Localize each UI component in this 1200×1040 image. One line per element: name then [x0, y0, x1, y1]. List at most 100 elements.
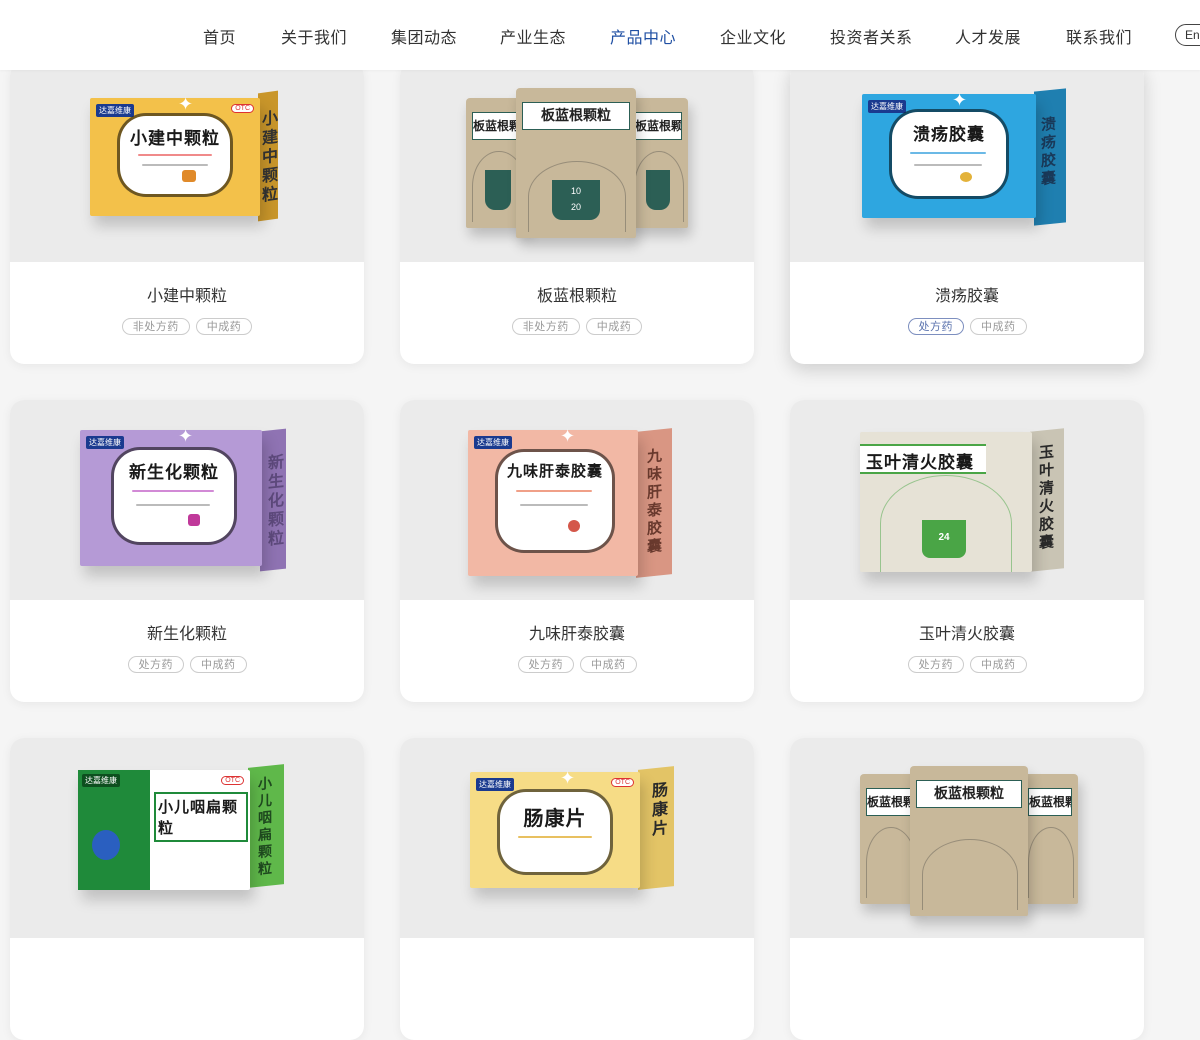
pouch-label: 板蓝根颗粒 [866, 788, 914, 816]
tag-rx-type: 处方药 [907, 656, 964, 673]
nav-news[interactable]: 集团动态 [391, 24, 457, 48]
tag-rx-type: 非处方药 [511, 318, 580, 335]
pouch-label: 板蓝根颗粒 [634, 112, 682, 140]
nav-culture[interactable]: 企业文化 [720, 24, 786, 48]
product-card-banlangen[interactable]: 板蓝根颗粒 板蓝根颗粒 板蓝根颗粒 10 20 板蓝根颗粒 非处方药 中成药 [400, 62, 754, 364]
package-front: 达嘉维康 OTC ✦ 肠康片 [470, 768, 640, 888]
pouch-pattern [921, 839, 1019, 910]
pouch-front: 板蓝根颗粒 [910, 766, 1028, 916]
package-front: 达嘉维康 ✦ 溃疡胶囊 [862, 90, 1036, 218]
nav-about[interactable]: 关于我们 [281, 24, 347, 48]
sparkle-icon: ✦ [952, 90, 968, 110]
pouch-bowl [485, 170, 511, 210]
product-image: 小建中颗粒 达嘉维康 OTC ✦ 小建中颗粒 [10, 62, 364, 262]
tag-category: 中成药 [585, 318, 643, 335]
package-side: 溃疡胶囊 [1034, 88, 1066, 226]
product-card-banlangen-2[interactable]: 板蓝根颗粒 板蓝根颗粒 板蓝根颗粒 [790, 738, 1144, 1040]
product-image: 板蓝根颗粒 板蓝根颗粒 板蓝根颗粒 10 20 [400, 62, 754, 262]
package-emblem [960, 172, 972, 182]
nav-ecosystem[interactable]: 产业生态 [500, 24, 566, 48]
label-stripe [520, 504, 588, 506]
product-tags: 非处方药 中成药 [400, 318, 754, 335]
package-emblem [182, 170, 196, 182]
package-front: 玉叶清火胶囊 24 [860, 432, 1032, 572]
package-side-text: 九味肝泰胶囊 [645, 447, 663, 557]
pouch-bowl [646, 170, 670, 210]
product-tags: 处方药 中成药 [790, 318, 1144, 335]
brand-logo: 达嘉维康 [82, 774, 120, 787]
pouch-bowl: 10 20 [552, 180, 600, 220]
tag-rx-type: 处方药 [517, 656, 574, 673]
nav-home[interactable]: 首页 [203, 24, 236, 48]
tag-rx-type: 处方药 [907, 318, 964, 335]
package-front: 达嘉维康 ✦ 新生化颗粒 [80, 426, 262, 566]
product-tags: 处方药 中成药 [400, 656, 754, 673]
package-side: 小建中颗粒 [258, 90, 278, 222]
product-image: 小儿咽扁颗粒 达嘉维康 OTC 小儿咽扁颗粒 [10, 738, 364, 938]
package-side-text: 小儿咽扁颗粒 [256, 775, 272, 880]
product-card-jiuweigantai[interactable]: 九味肝泰胶囊 达嘉维康 ✦ 九味肝泰胶囊 九味肝泰胶囊 处方药 中成药 [400, 400, 754, 702]
package-side-text: 玉叶清火胶囊 [1037, 443, 1055, 554]
nav-contact[interactable]: 联系我们 [1066, 24, 1132, 48]
tag-category: 中成药 [970, 318, 1027, 335]
sparkle-icon: ✦ [560, 768, 576, 788]
package-side-text: 肠康片 [649, 780, 668, 840]
otc-badge: OTC [221, 776, 244, 785]
product-image: 肠康片 达嘉维康 OTC ✦ 肠康片 [400, 738, 754, 938]
product-card-changkang[interactable]: 肠康片 达嘉维康 OTC ✦ 肠康片 [400, 738, 754, 1040]
product-tags: 非处方药 中成药 [10, 318, 364, 335]
pouch-label: 板蓝根颗粒 [522, 102, 630, 130]
product-card-kuiyang[interactable]: 溃疡胶囊 达嘉维康 ✦ 溃疡胶囊 溃疡胶囊 处方药 中成药 [790, 62, 1144, 364]
package-label: 九味肝泰胶囊 [506, 462, 603, 480]
product-title: 九味肝泰胶囊 [528, 626, 625, 643]
package-side: 新生化颗粒 [260, 428, 286, 572]
product-card-xinshenghua[interactable]: 新生化颗粒 达嘉维康 ✦ 新生化颗粒 新生化颗粒 处方药 中成药 [10, 400, 364, 702]
brand-logo: 达嘉维康 [476, 778, 514, 791]
package-bowl: 24 [922, 520, 966, 558]
product-image: 新生化颗粒 达嘉维康 ✦ 新生化颗粒 [10, 400, 364, 600]
sparkle-icon: ✦ [178, 426, 194, 446]
nav-investors[interactable]: 投资者关系 [830, 24, 913, 48]
package-label: 小儿咽扁颗粒 [154, 792, 248, 842]
pouch-label: 板蓝根颗粒 [916, 780, 1022, 808]
product-card-xiaoeryanbian[interactable]: 小儿咽扁颗粒 达嘉维康 OTC 小儿咽扁颗粒 [10, 738, 364, 1040]
package-side: 玉叶清火胶囊 [1030, 428, 1064, 572]
product-title: 新生化颗粒 [146, 626, 227, 643]
package-front: 达嘉维康 ✦ 九味肝泰胶囊 [468, 426, 638, 576]
package-side-text: 溃疡胶囊 [1039, 115, 1057, 190]
package-side-text: 新生化颗粒 [265, 452, 284, 550]
main-nav: 首页 关于我们 集团动态 产业生态 产品中心 企业文化 投资者关系 人才发展 联… [0, 0, 1200, 70]
product-image: 板蓝根颗粒 板蓝根颗粒 板蓝根颗粒 [790, 738, 1144, 938]
product-title: 溃疡胶囊 [934, 288, 999, 305]
package-label-cloud: 小建中颗粒 [120, 116, 230, 194]
label-stripe [136, 504, 210, 506]
package-title-band: 玉叶清火胶囊 [860, 444, 986, 474]
pouch-front: 板蓝根颗粒 10 20 [516, 88, 636, 238]
package-label-cloud: 九味肝泰胶囊 [498, 452, 612, 550]
pouch-number: 10 [570, 186, 581, 196]
package-label: 小建中颗粒 [130, 129, 220, 149]
otc-badge: OTC [231, 104, 254, 113]
package-label-cloud: 溃疡胶囊 [892, 112, 1006, 196]
product-title: 板蓝根颗粒 [536, 288, 617, 305]
package-label-cloud: 肠康片 [500, 792, 610, 872]
label-stripe [142, 164, 208, 166]
language-switch-button[interactable]: Eng [1175, 24, 1200, 46]
nav-careers[interactable]: 人才发展 [955, 24, 1021, 48]
nav-products[interactable]: 产品中心 [610, 24, 676, 48]
package-label: 溃疡胶囊 [913, 125, 985, 145]
site-header: 首页 关于我们 集团动态 产业生态 产品中心 企业文化 投资者关系 人才发展 联… [0, 0, 1200, 70]
package-green-panel: 达嘉维康 [78, 770, 150, 890]
tag-rx-type: 处方药 [127, 656, 184, 673]
label-stripe [516, 490, 592, 492]
pouch-pattern [866, 827, 916, 898]
product-image: 溃疡胶囊 达嘉维康 ✦ 溃疡胶囊 [790, 62, 1144, 262]
package-label: 肠康片 [523, 806, 587, 830]
product-image: 九味肝泰胶囊 达嘉维康 ✦ 九味肝泰胶囊 [400, 400, 754, 600]
product-card-xiaojianzhong[interactable]: 小建中颗粒 达嘉维康 OTC ✦ 小建中颗粒 小建中颗粒 非处方药 中成药 [10, 62, 364, 364]
mascot-icon [92, 830, 120, 860]
product-card-yuyeqinghuo[interactable]: 玉叶清火胶囊 玉叶清火胶囊 24 玉叶清火胶囊 处方药 中成药 [790, 400, 1144, 702]
package-number: 24 [938, 532, 950, 543]
package-side: 九味肝泰胶囊 [636, 428, 672, 578]
brand-logo: 达嘉维康 [96, 104, 134, 117]
